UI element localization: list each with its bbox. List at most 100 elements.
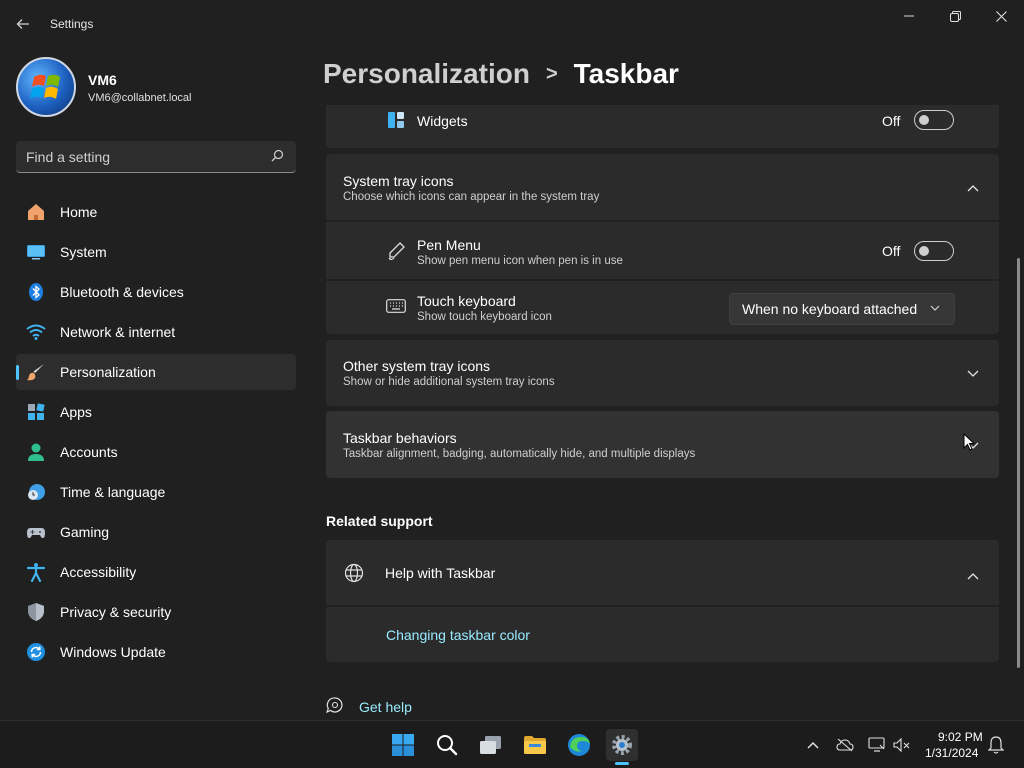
- title-bar: Settings: [0, 0, 1024, 48]
- windows-start-icon: [392, 734, 414, 756]
- avatar[interactable]: [16, 57, 76, 117]
- scrollbar[interactable]: [1017, 258, 1020, 668]
- sidebar-item-label: Accessibility: [60, 564, 137, 580]
- system-tray-icons-header[interactable]: System tray icons Choose which icons can…: [326, 154, 999, 220]
- pen-menu-title: Pen Menu: [417, 237, 481, 253]
- volume-muted-icon[interactable]: [893, 736, 911, 754]
- widgets-row: Widgets Off: [326, 105, 999, 148]
- app-title: Settings: [50, 17, 94, 31]
- profile-name: VM6: [88, 72, 117, 88]
- minimize-button[interactable]: [886, 0, 932, 32]
- search-icon: [437, 735, 458, 756]
- help-with-taskbar-header[interactable]: Help with Taskbar: [326, 540, 999, 605]
- task-view-button[interactable]: [475, 729, 507, 761]
- minimize-icon: [904, 15, 914, 17]
- show-hidden-icons-button[interactable]: [804, 736, 822, 754]
- mouse-pointer-icon: [963, 432, 976, 456]
- folder-icon: [524, 736, 546, 754]
- pen-icon: [386, 241, 406, 266]
- chevron-down-icon: [967, 366, 979, 381]
- widgets-toggle[interactable]: [914, 110, 954, 130]
- onedrive-icon[interactable]: [836, 736, 854, 754]
- sidebar-item-accessibility[interactable]: Accessibility: [16, 554, 296, 590]
- sidebar-item-label: Apps: [60, 404, 92, 420]
- changing-taskbar-color-link[interactable]: Changing taskbar color: [386, 627, 530, 643]
- pen-menu-subtitle: Show pen menu icon when pen is in use: [417, 255, 623, 267]
- search-input[interactable]: [26, 147, 256, 167]
- other-tray-subtitle: Show or hide additional system tray icon…: [343, 376, 555, 388]
- pen-menu-toggle[interactable]: [914, 241, 954, 261]
- related-support-heading: Related support: [326, 513, 433, 529]
- back-arrow-icon: [16, 19, 29, 29]
- close-button[interactable]: [978, 0, 1024, 32]
- sidebar-item-system[interactable]: System: [16, 234, 296, 270]
- sidebar-item-time-language[interactable]: Time & language: [16, 474, 296, 510]
- edge-button[interactable]: [563, 729, 595, 761]
- get-help-link[interactable]: Get help: [359, 699, 412, 715]
- touch-keyboard-row: Touch keyboard Show touch keyboard icon …: [326, 281, 999, 334]
- sidebar-item-windows-update[interactable]: Windows Update: [16, 634, 296, 670]
- get-help-icon: [325, 697, 344, 720]
- accessibility-icon: [26, 562, 46, 582]
- pen-menu-toggle-state: Off: [882, 243, 901, 259]
- globe-icon: [344, 563, 364, 588]
- notification-bell-icon[interactable]: [987, 736, 1005, 754]
- clock-date[interactable]: 1/31/2024: [925, 746, 978, 760]
- taskbar: 9:02 PM 1/31/2024: [0, 720, 1024, 768]
- chevron-up-icon: [967, 180, 979, 195]
- bluetooth-icon: [26, 282, 46, 302]
- taskbar-behaviors-header[interactable]: Taskbar behaviors Taskbar alignment, bad…: [326, 411, 999, 478]
- sidebar-item-accounts[interactable]: Accounts: [16, 434, 296, 470]
- search-box[interactable]: [16, 141, 296, 173]
- home-icon: [26, 202, 46, 222]
- close-icon: [995, 10, 1007, 22]
- sidebar-item-label: Personalization: [60, 364, 156, 380]
- active-indicator: [615, 762, 629, 765]
- widgets-icon: [388, 112, 404, 133]
- sidebar-item-apps[interactable]: Apps: [16, 394, 296, 430]
- task-view-icon: [480, 736, 501, 754]
- touch-keyboard-dropdown[interactable]: When no keyboard attached: [729, 293, 955, 325]
- system-tray-icons-group: System tray icons Choose which icons can…: [326, 154, 999, 334]
- sidebar-item-label: Windows Update: [60, 644, 166, 660]
- chevron-up-icon: [967, 568, 979, 583]
- sidebar-item-home[interactable]: Home: [16, 194, 296, 230]
- sidebar-item-personalization[interactable]: Personalization: [16, 354, 296, 390]
- widgets-toggle-state: Off: [882, 113, 901, 129]
- taskbar-behaviors-subtitle: Taskbar alignment, badging, automaticall…: [343, 448, 696, 460]
- restore-button[interactable]: [932, 0, 978, 32]
- sidebar-item-label: Bluetooth & devices: [60, 284, 184, 300]
- restore-icon: [949, 10, 961, 22]
- sidebar-item-label: Network & internet: [60, 324, 176, 340]
- breadcrumb-parent[interactable]: Personalization: [323, 58, 530, 90]
- apps-icon: [26, 402, 46, 422]
- system-tray-title: System tray icons: [343, 173, 454, 189]
- breadcrumb: Personalization > Taskbar: [323, 58, 679, 90]
- chevron-down-icon: [930, 302, 940, 314]
- pen-menu-row: Pen Menu Show pen menu icon when pen is …: [326, 222, 999, 279]
- profile-email: VM6@collabnet.local: [88, 92, 192, 104]
- widgets-label: Widgets: [417, 113, 468, 129]
- search-icon[interactable]: [271, 149, 284, 165]
- system-icon: [26, 242, 46, 262]
- other-tray-title: Other system tray icons: [343, 358, 491, 374]
- sidebar-nav: Home System Bluetooth & devices Network …: [16, 194, 296, 674]
- keyboard-icon: [386, 298, 406, 319]
- sidebar-item-network[interactable]: Network & internet: [16, 314, 296, 350]
- settings-taskbar-button[interactable]: [606, 729, 638, 765]
- sidebar-item-label: Home: [60, 204, 98, 220]
- back-button[interactable]: [8, 9, 38, 39]
- other-tray-icons-header[interactable]: Other system tray icons Show or hide add…: [326, 340, 999, 406]
- sidebar-item-label: Gaming: [60, 524, 110, 540]
- sidebar-item-gaming[interactable]: Gaming: [16, 514, 296, 550]
- taskbar-search-button[interactable]: [431, 729, 463, 761]
- start-button[interactable]: [387, 729, 419, 761]
- sidebar-item-bluetooth[interactable]: Bluetooth & devices: [16, 274, 296, 310]
- chevron-right-icon: >: [545, 62, 558, 85]
- update-icon: [26, 642, 46, 662]
- clock-time[interactable]: 9:02 PM: [938, 730, 983, 744]
- gamepad-icon: [26, 522, 46, 542]
- network-icon[interactable]: [868, 736, 886, 754]
- file-explorer-button[interactable]: [519, 729, 551, 761]
- sidebar-item-privacy[interactable]: Privacy & security: [16, 594, 296, 630]
